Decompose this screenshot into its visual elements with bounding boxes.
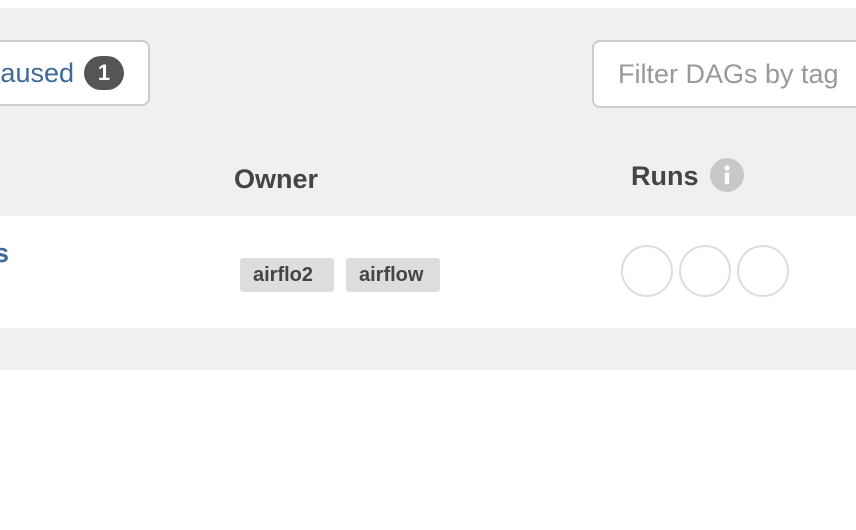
top-spacer (0, 0, 856, 8)
dag-link[interactable]: s (0, 238, 9, 269)
paused-filter-label: aused (0, 57, 74, 88)
owner-column-header[interactable]: Owner (234, 164, 318, 195)
info-icon[interactable] (710, 158, 744, 192)
runs-column-header[interactable]: Runs (631, 161, 699, 192)
paused-count-badge: 1 (84, 56, 124, 90)
paused-filter-button[interactable]: aused 1 (0, 40, 150, 106)
run-status-circle[interactable] (621, 245, 673, 297)
tag-filter-input[interactable] (592, 40, 856, 108)
dag-list-page: aused 1 Owner Runs s airflo2 airflow (0, 0, 856, 530)
owner-tag-airflo2[interactable]: airflo2 (240, 258, 334, 292)
dag-toolbar: aused 1 (0, 8, 856, 140)
run-status-circle[interactable] (737, 245, 789, 297)
info-icon-glyph (724, 165, 730, 184)
run-status-circle[interactable] (679, 245, 731, 297)
owner-tag-airflow[interactable]: airflow (346, 258, 440, 292)
table-row: s airflo2 airflow (0, 216, 856, 328)
table-footer-row (0, 328, 856, 370)
